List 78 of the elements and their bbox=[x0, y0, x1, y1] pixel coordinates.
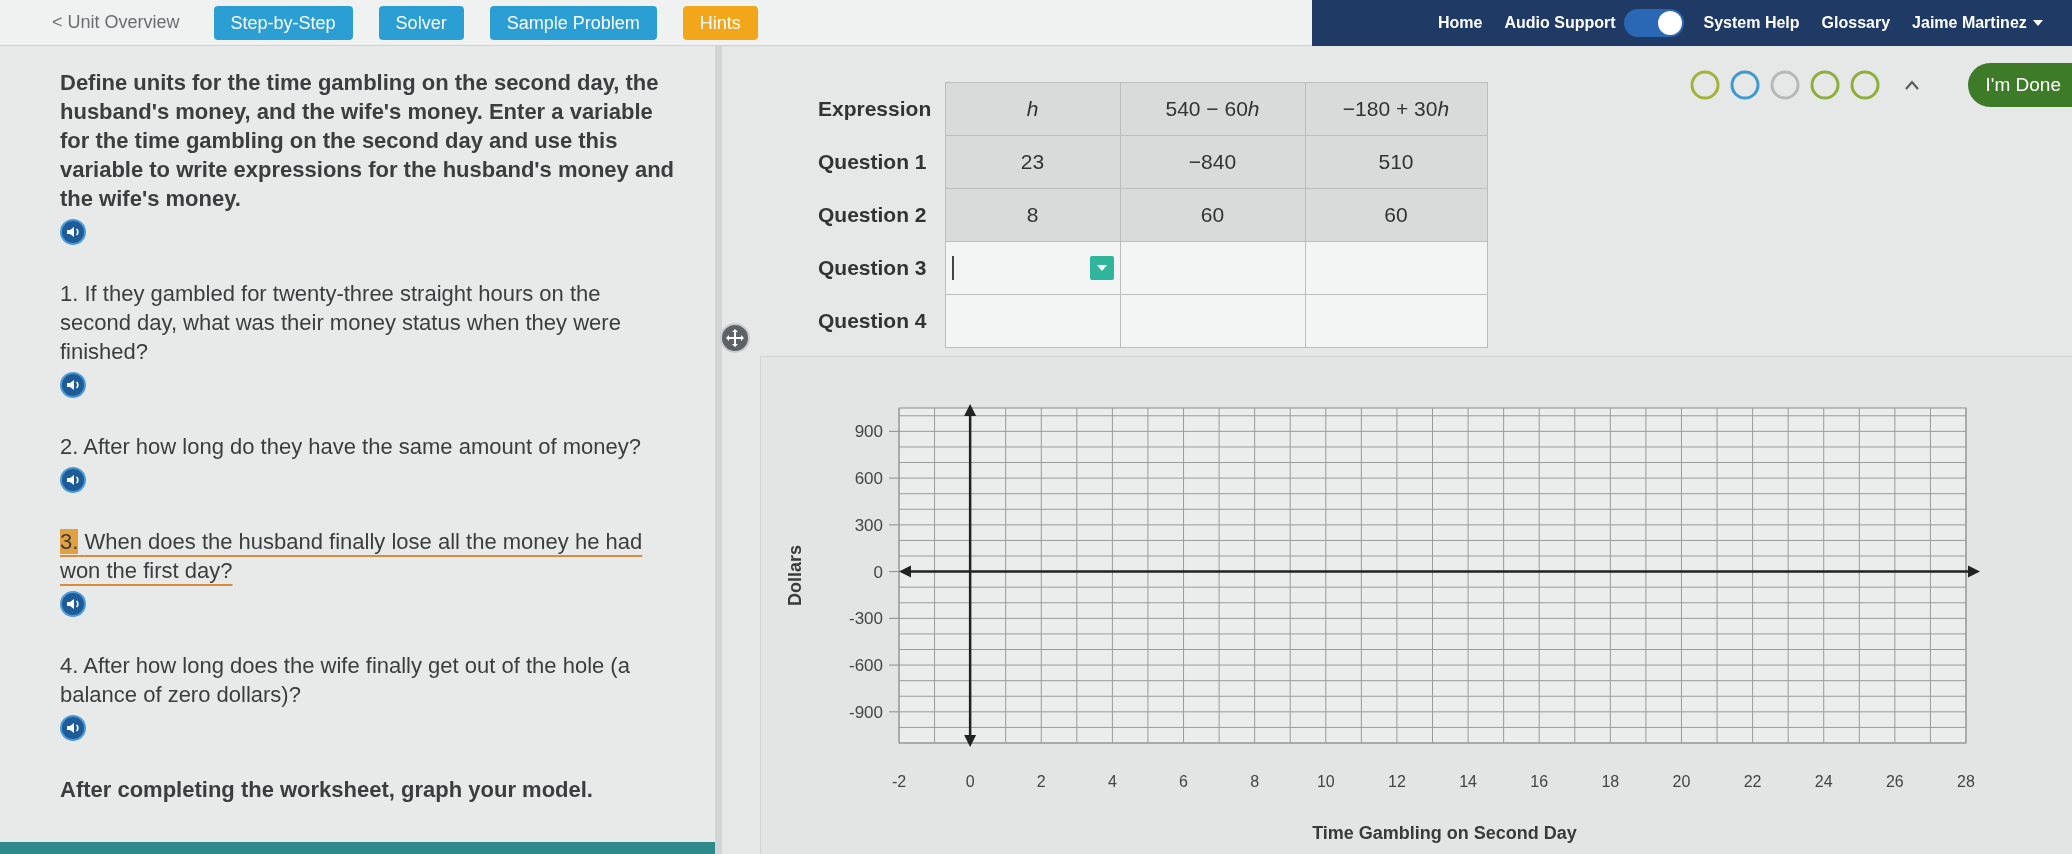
audio-button[interactable] bbox=[60, 219, 86, 245]
answer-field[interactable] bbox=[1305, 241, 1487, 295]
toolbar-button[interactable]: Sample Problem bbox=[489, 5, 657, 40]
x-tick-label: 0 bbox=[965, 773, 975, 790]
question-text: 2. After how long do they have the same amount of money? bbox=[60, 433, 642, 461]
speaker-icon bbox=[60, 715, 86, 741]
row-label: Question 4 bbox=[818, 294, 945, 348]
header-link[interactable]: System Help bbox=[1703, 11, 1800, 35]
column-header: −180 + 30h bbox=[1305, 82, 1487, 136]
header-link[interactable]: Glossary bbox=[1821, 11, 1891, 35]
header-link[interactable]: Home bbox=[1438, 11, 1483, 35]
y-tick-label: 600 bbox=[854, 469, 883, 489]
toolbar-button[interactable]: Step-by-Step bbox=[213, 5, 353, 40]
caret-down-icon bbox=[2032, 20, 2043, 26]
speaker-icon bbox=[60, 591, 86, 617]
y-tick-label: -600 bbox=[848, 656, 883, 676]
x-tick-label: 12 bbox=[1388, 773, 1406, 790]
y-tick-label: 900 bbox=[854, 422, 883, 442]
x-tick-label: 10 bbox=[1316, 773, 1335, 790]
x-tick-label: 16 bbox=[1530, 773, 1549, 790]
toolbar-button[interactable]: Solver bbox=[378, 5, 464, 40]
audio-button[interactable] bbox=[60, 372, 86, 398]
x-tick-label: 2 bbox=[1036, 773, 1046, 790]
question-text: 4. After how long does the wife finally get out of the hole (a balance of zero dollars)? bbox=[60, 652, 631, 709]
row-label: Question 2 bbox=[818, 188, 945, 242]
speaker-icon bbox=[60, 219, 86, 245]
x-tick-label: 14 bbox=[1459, 773, 1477, 790]
x-tick-label: 28 bbox=[1957, 773, 1975, 790]
text-cursor-icon bbox=[951, 256, 954, 280]
x-tick-label: 22 bbox=[1743, 773, 1762, 790]
audio-button[interactable] bbox=[60, 715, 86, 741]
question-text: 3. When does the husband finally lose all the money he had won the first day? bbox=[60, 528, 644, 585]
table-cell: 510 bbox=[1305, 135, 1487, 189]
question-text: 1. If they gambled for twenty-three straight hours on the second day, what was their money status when they were finished? bbox=[60, 280, 622, 366]
y-tick-label: -300 bbox=[848, 609, 883, 629]
x-tick-label: 8 bbox=[1250, 773, 1260, 790]
answer-field[interactable] bbox=[945, 241, 1120, 295]
y-tick-label: 0 bbox=[873, 562, 883, 582]
x-tick-label: 4 bbox=[1107, 773, 1117, 790]
answer-field[interactable] bbox=[1120, 241, 1305, 295]
y-tick-label: 300 bbox=[854, 515, 883, 535]
speaker-icon bbox=[60, 467, 86, 493]
closing-instruction: After completing the worksheet, graph your model. bbox=[60, 776, 594, 804]
table-cell: 23 bbox=[945, 135, 1120, 189]
column-header: 540 − 60h bbox=[1120, 82, 1305, 136]
row-label: Question 3 bbox=[818, 241, 945, 295]
x-tick-label: 6 bbox=[1179, 773, 1188, 790]
x-tick-label: 26 bbox=[1885, 773, 1904, 790]
chevron-up-icon[interactable] bbox=[1903, 80, 1920, 90]
move-icon[interactable] bbox=[720, 323, 750, 353]
y-axis-title: Dollars bbox=[785, 545, 805, 606]
answer-field[interactable] bbox=[1305, 294, 1487, 348]
column-header: h bbox=[945, 82, 1120, 136]
answer-field[interactable] bbox=[945, 294, 1120, 348]
done-button[interactable]: I'm Done bbox=[1967, 63, 2072, 107]
table-cell: 8 bbox=[945, 188, 1120, 242]
back-link[interactable]: < Unit Overview bbox=[52, 9, 180, 36]
toggle-label: Audio Support bbox=[1504, 13, 1616, 33]
x-tick-label: 20 bbox=[1672, 773, 1691, 790]
x-tick-label: 18 bbox=[1601, 773, 1620, 790]
x-tick-label: -2 bbox=[891, 773, 907, 790]
user-menu[interactable]: Jaime Martinez bbox=[1912, 11, 2043, 35]
x-tick-label: 24 bbox=[1814, 773, 1833, 790]
row-label: Question 1 bbox=[818, 135, 945, 189]
speaker-icon bbox=[60, 372, 86, 398]
audio-button[interactable] bbox=[60, 467, 86, 493]
x-axis-title: Time Gambling on Second Day bbox=[1312, 823, 1577, 843]
answer-field[interactable] bbox=[1120, 294, 1305, 348]
y-tick-label: -900 bbox=[848, 702, 883, 722]
table-cell: 60 bbox=[1120, 188, 1305, 242]
table-cell: 60 bbox=[1305, 188, 1487, 242]
table-cell: −840 bbox=[1120, 135, 1305, 189]
audio-button[interactable] bbox=[60, 591, 86, 617]
caret-down-icon bbox=[1096, 265, 1107, 271]
dropdown-button[interactable] bbox=[1089, 256, 1114, 280]
toggle-switch[interactable] bbox=[1623, 9, 1684, 37]
instructions-text: Define units for the time gambling on the second day, the husband's money, and the wife's money. Enter a variable for the time gambling on the second day and use this variable to write expressions for the husband's money and the wife's money. bbox=[60, 69, 675, 213]
row-label: Expression bbox=[818, 82, 945, 136]
